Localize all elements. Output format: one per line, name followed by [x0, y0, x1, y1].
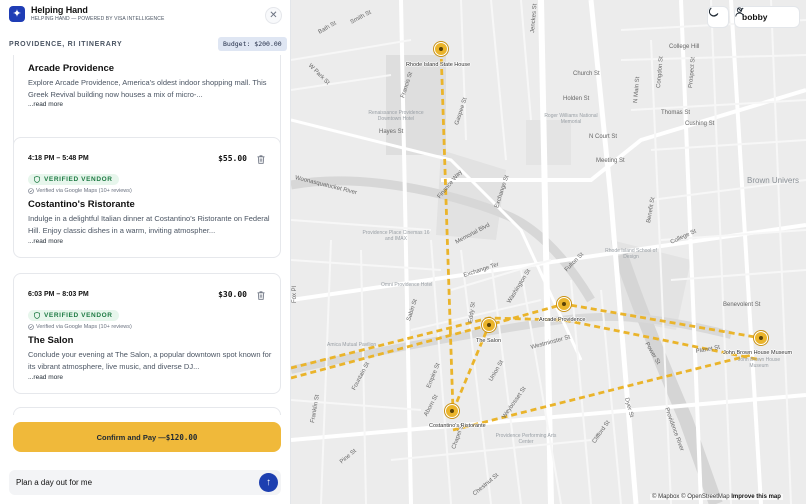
- user-name: bobby: [742, 12, 768, 22]
- map-pin-label: Costantino's Ristorante: [429, 423, 486, 429]
- map-attribution: © Mapbox © OpenStreetMap Improve this ma…: [650, 494, 783, 500]
- map-pin[interactable]: [434, 42, 448, 56]
- place-label: Rhode Island School of Design: [605, 248, 657, 260]
- trash-icon[interactable]: [257, 291, 265, 300]
- verified-vendor-badge: VERIFIED VENDOR: [28, 310, 119, 321]
- street-label: Holden St: [563, 96, 590, 102]
- card-description: Explore Arcade Providence, America's old…: [28, 78, 267, 99]
- check-circle-icon: [28, 188, 34, 194]
- card-description: Indulge in a delightful Italian dinner a…: [28, 214, 270, 235]
- map-pin[interactable]: [445, 404, 459, 418]
- app-title: Helping Hand: [31, 5, 88, 15]
- card-description: Conclude your evening at The Salon, a po…: [28, 350, 272, 371]
- place-label: John Brown House Museum: [737, 357, 781, 369]
- map-pin-label: The Salon: [476, 338, 502, 344]
- verified-note: Verified via Google Maps (10+ reviews): [28, 188, 132, 194]
- confirm-and-pay-button[interactable]: Confirm and Pay — $120.00: [13, 422, 281, 452]
- place-label: Renaissance Providence Downtown Hotel: [368, 110, 424, 122]
- card-name: Arcade Providence: [28, 63, 115, 74]
- send-button[interactable]: ↑: [259, 473, 278, 492]
- verified-vendor-label: VERIFIED VENDOR: [44, 312, 113, 319]
- arrow-up-icon: ↑: [266, 476, 271, 488]
- map-pin[interactable]: [754, 331, 768, 345]
- moon-icon: [708, 7, 719, 17]
- itinerary-card-the-salon: 6:03 PM – 8:03 PM $30.00 VERIFIED VENDOR…: [13, 273, 281, 394]
- itinerary-header: PROVIDENCE, RI ITINERARY Budget: $200.00: [0, 33, 290, 55]
- card-name: The Salon: [28, 335, 74, 346]
- street-label: Church St: [573, 71, 600, 77]
- trash-icon[interactable]: [257, 155, 265, 164]
- improve-map-link[interactable]: Improve this map: [731, 494, 781, 500]
- shield-icon: [34, 176, 40, 183]
- user-menu-button[interactable]: bobby: [734, 6, 800, 28]
- street-label: College Hill: [669, 44, 700, 50]
- street-label: Cushing St: [685, 121, 715, 127]
- map-pin-label: John Brown House Museum: [723, 350, 793, 356]
- verified-note-text: Verified via Google Maps (10+ reviews): [36, 188, 132, 194]
- street-label: Hayes St: [379, 129, 404, 135]
- itinerary-card-costantinos: 4:18 PM – 5:48 PM $55.00 VERIFIED VENDOR…: [13, 137, 281, 258]
- check-circle-icon: [28, 324, 34, 330]
- place-label: Providence Performing Arts Center: [495, 433, 557, 445]
- osm-attribution[interactable]: © OpenStreetMap: [681, 494, 729, 500]
- place-label: Brown Univers: [747, 176, 800, 185]
- sparkle-icon: ✦: [9, 6, 25, 22]
- card-price: $55.00: [218, 154, 247, 163]
- budget-badge: Budget: $200.00: [218, 37, 287, 51]
- itinerary-title: PROVIDENCE, RI ITINERARY: [9, 41, 123, 48]
- map-pin[interactable]: [557, 297, 571, 311]
- card-time: 4:18 PM – 5:48 PM: [28, 155, 89, 162]
- app-header: ✦ Helping Hand HELPING HAND — POWERED BY…: [0, 0, 290, 31]
- verified-vendor-label: VERIFIED VENDOR: [44, 176, 113, 183]
- close-button[interactable]: ✕: [265, 7, 282, 24]
- street-label: Fox Pl: [292, 285, 298, 303]
- card-name: Costantino's Ristorante: [28, 199, 135, 210]
- verified-note: Verified via Google Maps (10+ reviews): [28, 324, 132, 330]
- confirm-amount: $120.00: [165, 432, 198, 442]
- app-subtitle: HELPING HAND — POWERED BY VISA INTELLIGE…: [31, 16, 165, 22]
- map-canvas: [291, 0, 806, 504]
- verified-vendor-badge: VERIFIED VENDOR: [28, 174, 119, 185]
- street-label: Meeting St: [596, 158, 625, 164]
- place-label: Roger Williams National Memorial: [544, 113, 598, 125]
- map-view[interactable]: Gaspee St Hayes St Exchange St Francis S…: [291, 0, 806, 504]
- mapbox-attribution[interactable]: © Mapbox: [652, 494, 679, 500]
- map-pin-label: Rhode Island State House: [406, 62, 471, 68]
- shield-icon: [34, 312, 40, 319]
- map-pin[interactable]: [482, 318, 496, 332]
- itinerary-list[interactable]: Arcade Providence Explore Arcade Provide…: [0, 55, 290, 415]
- close-icon: ✕: [269, 9, 278, 21]
- map-pin-label: Arcade Providence: [539, 317, 586, 323]
- read-more-link[interactable]: ...read more: [28, 374, 63, 381]
- street-label: Thomas St: [661, 110, 691, 116]
- place-label: Omni Providence Hotel: [381, 282, 433, 288]
- chat-input[interactable]: [16, 474, 246, 491]
- sidebar-panel: ✦ Helping Hand HELPING HAND — POWERED BY…: [0, 0, 291, 504]
- card-price: $30.00: [218, 290, 247, 299]
- theme-toggle-button[interactable]: [707, 6, 729, 28]
- itinerary-card-next: [13, 407, 281, 415]
- confirm-label: Confirm and Pay —: [96, 432, 166, 442]
- memorial-park: [526, 120, 571, 165]
- state-house-grounds: [386, 55, 446, 155]
- chevron-down-icon: [737, 7, 744, 12]
- place-label: Providence Place Cinemas 16 and IMAX: [362, 230, 430, 242]
- read-more-link[interactable]: ...read more: [28, 101, 63, 108]
- card-time: 6:03 PM – 8:03 PM: [28, 291, 89, 298]
- place-label: Amica Mutual Pavilion: [327, 342, 377, 348]
- chat-composer: ↑: [9, 470, 281, 495]
- verified-note-text: Verified via Google Maps (10+ reviews): [36, 324, 132, 330]
- read-more-link[interactable]: ...read more: [28, 238, 63, 245]
- street-label: N Court St: [589, 134, 618, 140]
- street-label: Benevolent St: [723, 302, 761, 308]
